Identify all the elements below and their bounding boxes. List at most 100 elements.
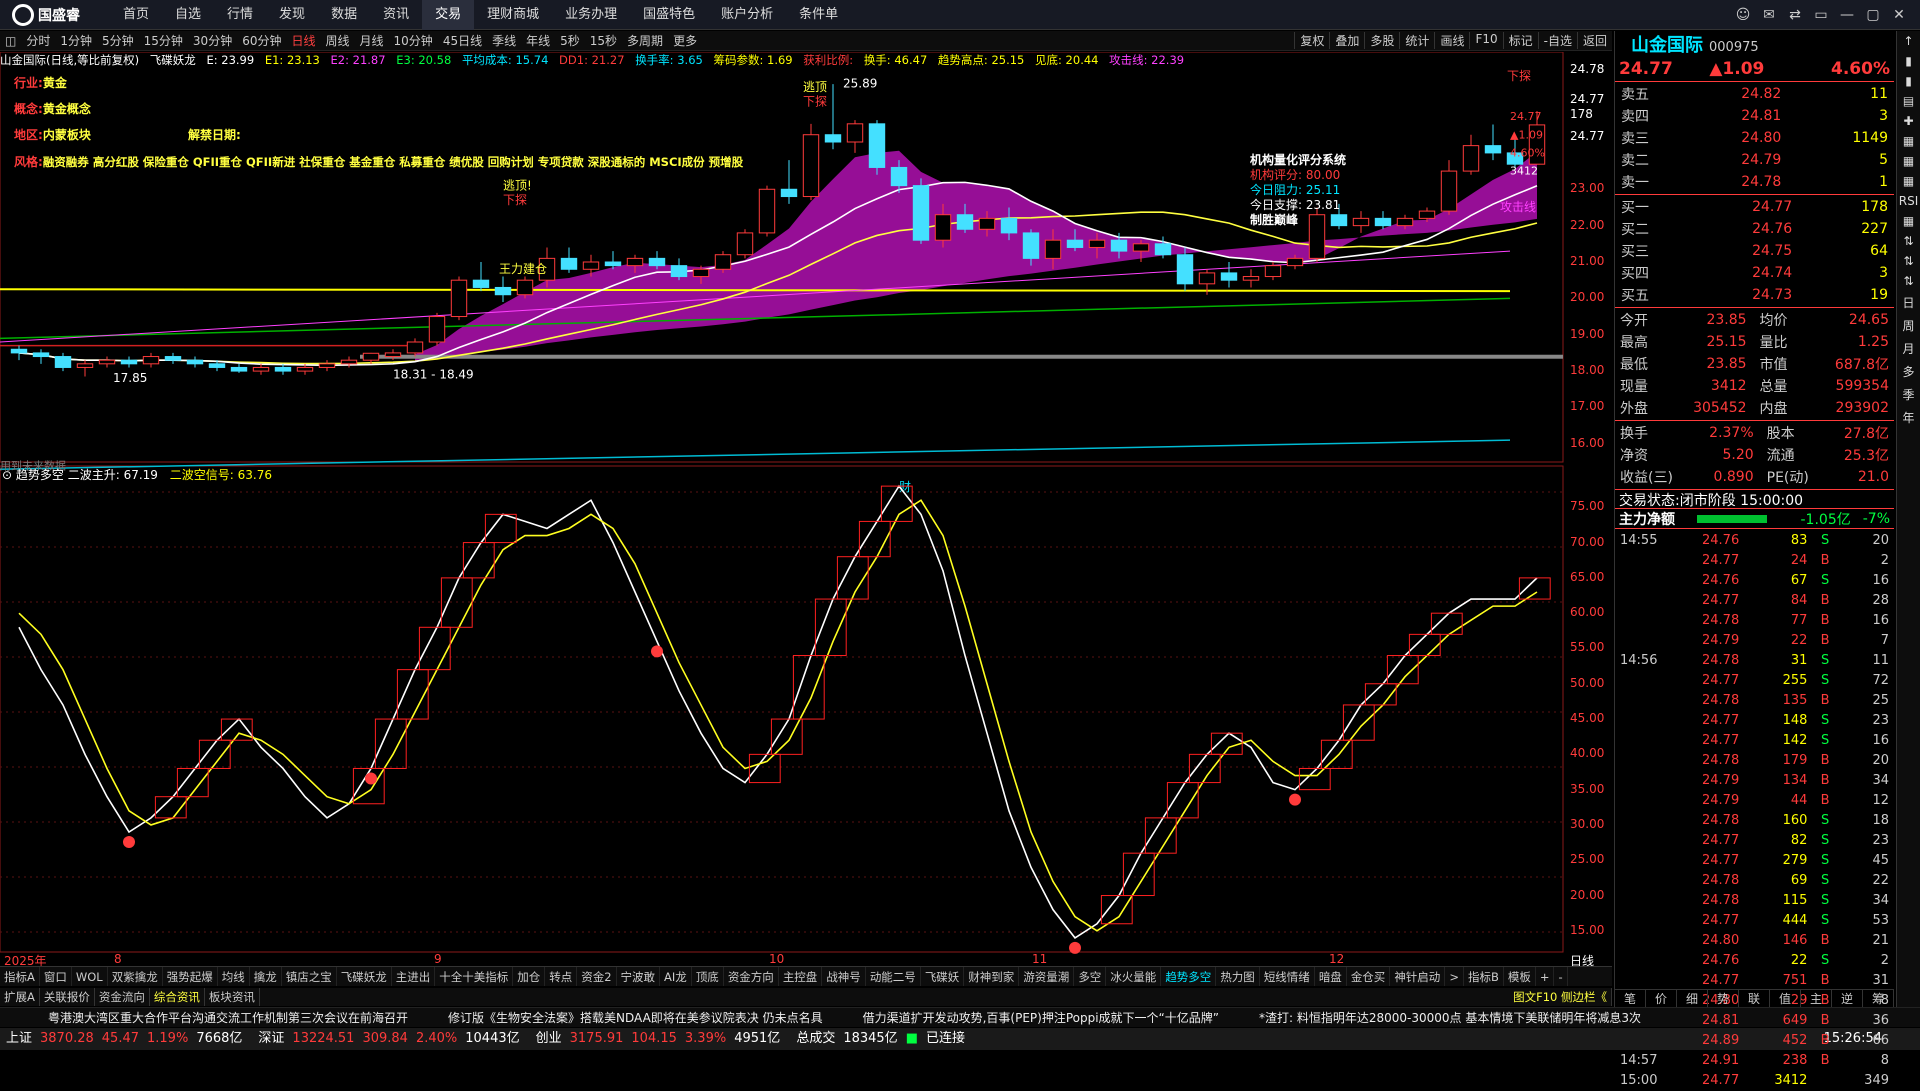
quote-tab-0[interactable]: 笔 (1615, 990, 1646, 1007)
extension-tab-4[interactable]: 板块资讯 (205, 988, 260, 1006)
side-tool-icon-6[interactable]: ▦ (1903, 154, 1914, 168)
order-price[interactable]: 24.80 (1705, 128, 1785, 148)
stock-name[interactable]: 山金国际 (1631, 31, 1703, 57)
news-item[interactable]: 借力渠道扩开发动攻势,百事(PEP)押注Poppi成就下一个“十亿品牌” (863, 1011, 1219, 1025)
indicator-tab-14[interactable]: 宁波敢 (617, 967, 661, 986)
quote-tab-3[interactable]: 势 (1708, 990, 1739, 1007)
quote-tab-1[interactable]: 价 (1646, 990, 1677, 1007)
indicator-tab-20[interactable]: 动能二号 (866, 967, 921, 986)
period-6[interactable]: 日线 (286, 32, 320, 49)
menu-item-8[interactable]: 业务办理 (552, 0, 630, 30)
indicator-tab-33[interactable]: 指标B (1464, 967, 1504, 986)
side-tool-icon-0[interactable]: ↑ (1903, 34, 1913, 48)
indicator-tab-13[interactable]: 资金2 (577, 967, 617, 986)
indicator-tab-0[interactable]: 指标A (0, 967, 40, 986)
side-tool-icon-15[interactable]: 月 (1902, 340, 1914, 357)
indicator-tab-19[interactable]: 战神号 (822, 967, 866, 986)
menu-item-6[interactable]: 交易 (422, 0, 475, 30)
period-10[interactable]: 45日线 (438, 32, 487, 49)
indicator-tab-30[interactable]: 金仓买 (1347, 967, 1391, 986)
indicator-tab-27[interactable]: 热力图 (1216, 967, 1260, 986)
window-control-icon-4[interactable]: — (1834, 0, 1860, 30)
order-price[interactable]: 24.81 (1705, 106, 1785, 126)
window-control-icon-5[interactable]: ▢ (1860, 0, 1886, 30)
indicator-tab-29[interactable]: 暗盘 (1315, 967, 1347, 986)
indicator-tab-31[interactable]: 神针启动 (1390, 967, 1446, 986)
extension-tab-2[interactable]: 资金流向 (95, 988, 150, 1006)
window-control-icon-3[interactable]: ▭ (1808, 0, 1834, 30)
extension-tab-1[interactable]: 关联报价 (40, 988, 95, 1006)
quote-tab-6[interactable]: 主 (1801, 990, 1832, 1007)
toolbar-right-4[interactable]: 画线 (1434, 32, 1469, 49)
quote-tab-5[interactable]: 值 (1770, 990, 1801, 1007)
indicator-tab-1[interactable]: 窗口 (40, 967, 72, 986)
window-control-icon-1[interactable]: ✉ (1756, 0, 1782, 30)
side-tool-icon-10[interactable]: ⇅ (1903, 234, 1913, 248)
lower-ind-title[interactable]: 趋势多空 (16, 468, 64, 482)
menu-item-7[interactable]: 理财商城 (474, 0, 552, 30)
side-tool-icon-11[interactable]: ⇅ (1903, 254, 1913, 268)
menu-item-9[interactable]: 国盛特色 (630, 0, 708, 30)
extension-tab-3[interactable]: 综合资讯 (150, 988, 205, 1006)
indicator-tab-36[interactable]: - (1554, 967, 1568, 986)
period-14[interactable]: 15秒 (585, 32, 622, 49)
quote-tab-7[interactable]: 逆 (1832, 990, 1863, 1007)
period-9[interactable]: 10分钟 (389, 32, 438, 49)
period-4[interactable]: 30分钟 (188, 32, 237, 49)
period-11[interactable]: 季线 (487, 32, 521, 49)
menu-item-11[interactable]: 条件单 (786, 0, 851, 30)
sh-index[interactable]: 3870.28 (40, 1028, 94, 1050)
cy-index[interactable]: 3175.91 (570, 1028, 624, 1050)
side-tool-icon-13[interactable]: 日 (1902, 294, 1914, 311)
period-3[interactable]: 15分钟 (139, 32, 188, 49)
side-tool-icon-3[interactable]: ▤ (1903, 94, 1914, 108)
indicator-tab-5[interactable]: 均线 (218, 967, 250, 986)
period-7[interactable]: 周线 (321, 32, 355, 49)
menu-item-2[interactable]: 行情 (214, 0, 266, 30)
indicator-tab-22[interactable]: 财神到家 (964, 967, 1020, 986)
order-price[interactable]: 24.73 (1716, 285, 1796, 305)
indicator-name[interactable]: 飞碟妖龙 (150, 53, 196, 67)
indicator-tab-9[interactable]: 主进出 (392, 967, 436, 986)
toolbar-right-6[interactable]: 标记 (1502, 32, 1538, 49)
side-tool-icon-17[interactable]: 季 (1902, 386, 1914, 403)
side-tool-icon-16[interactable]: 多 (1902, 363, 1914, 380)
side-tool-icon-4[interactable]: ✚ (1903, 114, 1913, 128)
toolbar-right-3[interactable]: 统计 (1399, 32, 1434, 49)
order-price[interactable]: 24.74 (1716, 263, 1796, 283)
quote-tab-2[interactable]: 细 (1677, 990, 1708, 1007)
order-price[interactable]: 24.82 (1705, 84, 1785, 104)
toolbar-right-1[interactable]: 叠加 (1329, 32, 1364, 49)
toolbar-right-0[interactable]: 复权 (1294, 32, 1329, 49)
menu-item-1[interactable]: 自选 (162, 0, 214, 30)
sz-index[interactable]: 13224.51 (292, 1028, 354, 1050)
side-tool-icon-1[interactable]: ▮ (1905, 54, 1912, 68)
side-tool-icon-2[interactable]: ▮ (1905, 74, 1912, 88)
indicator-tab-35[interactable]: + (1536, 967, 1555, 986)
period-15[interactable]: 多周期 (622, 32, 668, 49)
window-control-icon-0[interactable]: ☺ (1730, 0, 1756, 30)
indicator-tab-18[interactable]: 主控盘 (779, 967, 823, 986)
side-tool-icon-12[interactable]: ⇅ (1903, 274, 1913, 288)
indicator-tab-23[interactable]: 游资量潮 (1019, 967, 1075, 986)
period-0[interactable]: 分时 (21, 32, 55, 49)
toolbar-right-2[interactable]: 多股 (1364, 32, 1399, 49)
period-2[interactable]: 5分钟 (97, 32, 139, 49)
menu-item-4[interactable]: 数据 (318, 0, 370, 30)
indicator-tab-32[interactable]: > (1445, 967, 1464, 986)
indicator-tab-10[interactable]: 十全十美指标 (435, 967, 514, 986)
indicator-tab-12[interactable]: 转点 (545, 967, 578, 986)
order-price[interactable]: 24.76 (1716, 219, 1796, 239)
period-8[interactable]: 月线 (355, 32, 389, 49)
quote-tab-4[interactable]: 联 (1739, 990, 1770, 1007)
period-12[interactable]: 年线 (521, 32, 555, 49)
news-item[interactable]: 粤港澳大湾区重大合作平台沟通交流工作机制第三次会议在前海召开 (48, 1011, 408, 1025)
indicator-tab-15[interactable]: AI龙 (660, 967, 692, 986)
indicator-tab-8[interactable]: 飞碟妖龙 (337, 967, 392, 986)
indicator-tab-4[interactable]: 强势起爆 (163, 967, 218, 986)
indicator-tab-24[interactable]: 多空 (1074, 967, 1107, 986)
indicator-tab-7[interactable]: 镇店之宝 (282, 967, 337, 986)
period-5[interactable]: 60分钟 (237, 32, 286, 49)
indicator-tab-2[interactable]: WOL (72, 967, 108, 986)
extension-tab-0[interactable]: 扩展A (0, 988, 40, 1006)
